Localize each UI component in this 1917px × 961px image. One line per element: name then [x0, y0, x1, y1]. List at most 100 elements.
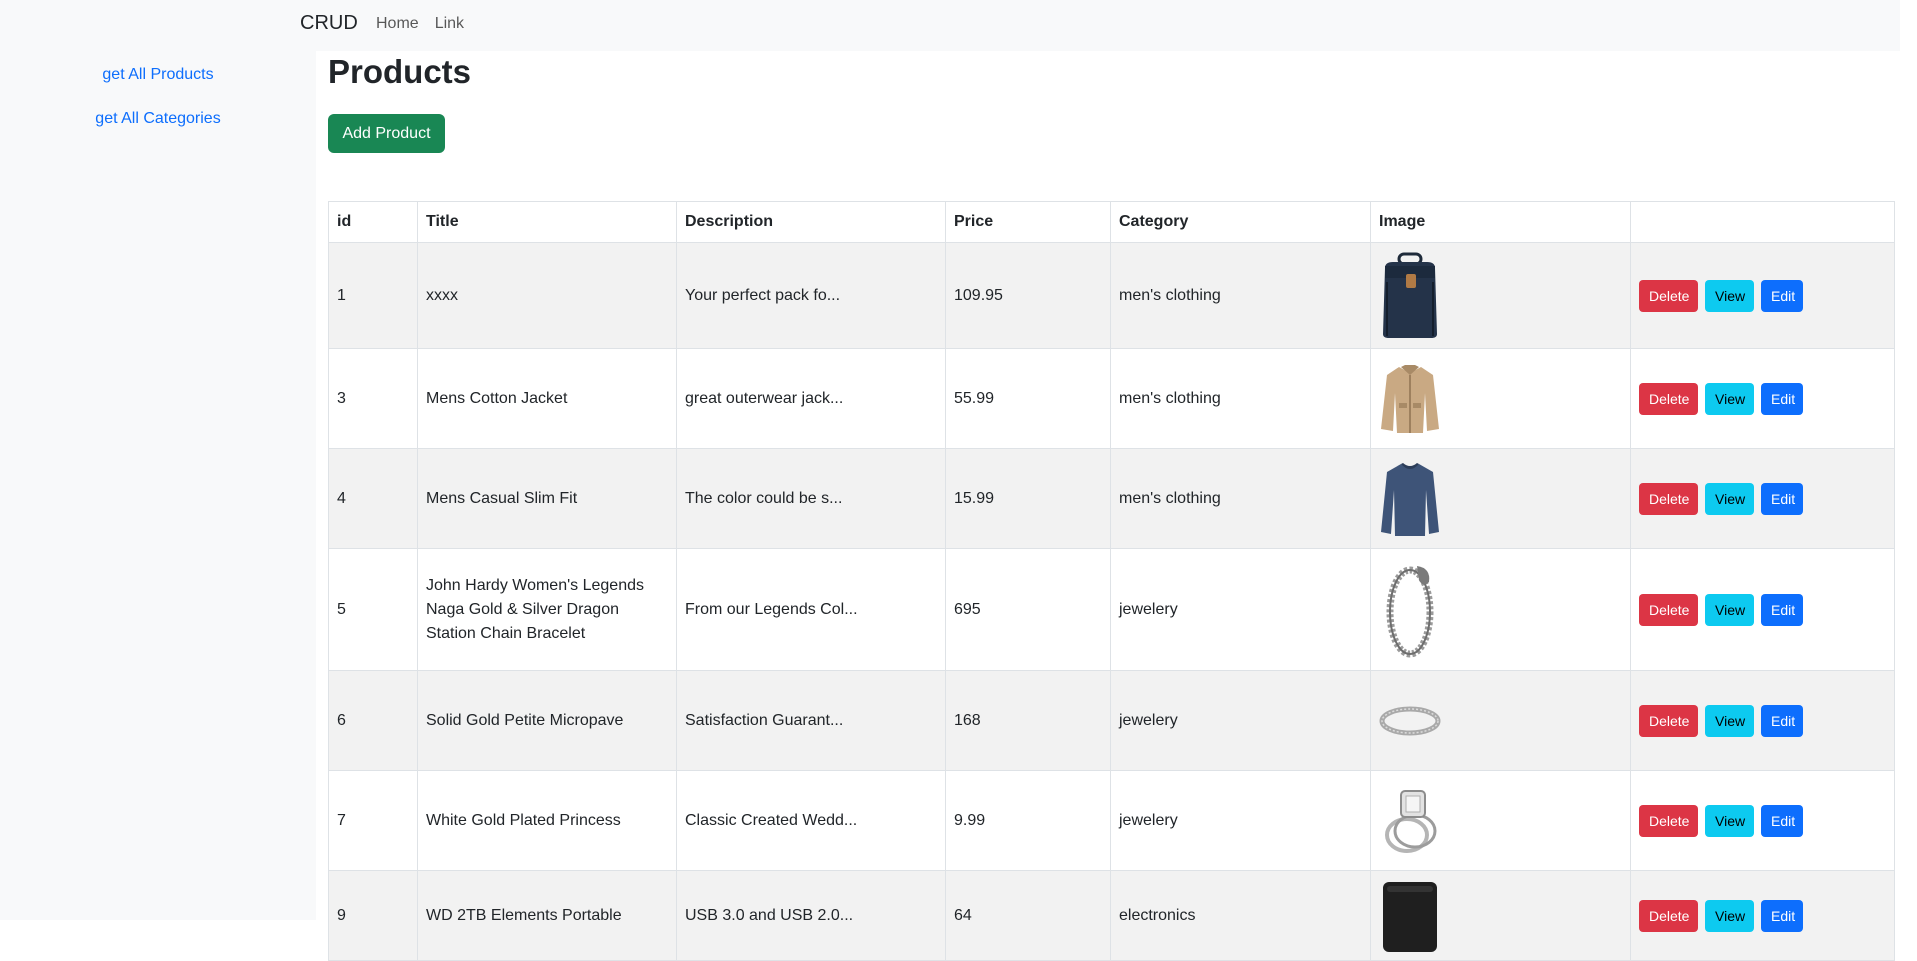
table-row: 5 John Hardy Women's Legends Naga Gold & … — [328, 548, 1895, 671]
row-actions: Delete View Edit — [1639, 279, 1886, 312]
row-actions: Delete View Edit — [1639, 804, 1886, 837]
product-image-ring-band — [1379, 704, 1441, 738]
row-actions: Delete View Edit — [1639, 704, 1886, 737]
cell-image — [1370, 242, 1631, 349]
cell-price: 109.95 — [945, 242, 1111, 349]
edit-button[interactable]: Edit — [1761, 704, 1803, 737]
cell-actions: Delete View Edit — [1630, 870, 1895, 961]
view-button[interactable]: View — [1705, 279, 1754, 312]
cell-actions: Delete View Edit — [1630, 548, 1895, 671]
cell-category: jewelery — [1110, 548, 1371, 671]
delete-button[interactable]: Delete — [1639, 804, 1698, 837]
product-image-backpack — [1379, 252, 1441, 340]
cell-actions: Delete View Edit — [1630, 448, 1895, 549]
edit-button[interactable]: Edit — [1761, 279, 1803, 312]
cell-id: 9 — [328, 870, 418, 961]
view-button[interactable]: View — [1705, 704, 1754, 737]
cell-description: Classic Created Wedd... — [676, 770, 946, 871]
product-image-jacket — [1379, 363, 1441, 435]
cell-title: White Gold Plated Princess — [417, 770, 677, 871]
sidebar: get All Products get All Categories — [0, 51, 316, 920]
cell-price: 168 — [945, 670, 1111, 771]
cell-actions: Delete View Edit — [1630, 348, 1895, 449]
delete-button[interactable]: Delete — [1639, 279, 1698, 312]
table-row: 6 Solid Gold Petite Micropave Satisfaction… — [328, 670, 1895, 771]
delete-button[interactable]: Delete — [1639, 382, 1698, 415]
cell-price: 15.99 — [945, 448, 1111, 549]
navbar-brand[interactable]: CRUD — [300, 12, 358, 35]
cell-title: Solid Gold Petite Micropave — [417, 670, 677, 771]
cell-image — [1370, 448, 1631, 549]
table-header-row: id Title Description Price Category Imag… — [328, 201, 1895, 243]
cell-title: WD 2TB Elements Portable — [417, 870, 677, 961]
add-product-button[interactable]: Add Product — [328, 114, 445, 153]
nav-link-link[interactable]: Link — [435, 15, 464, 33]
products-table-wrapper: id Title Description Price Category Imag… — [328, 201, 1895, 961]
cell-actions: Delete View Edit — [1630, 242, 1895, 349]
column-header-price: Price — [945, 201, 1111, 243]
cell-category: jewelery — [1110, 670, 1371, 771]
cell-title: xxxx — [417, 242, 677, 349]
navbar-links: Home Link — [376, 15, 464, 33]
delete-button[interactable]: Delete — [1639, 482, 1698, 515]
view-button[interactable]: View — [1705, 482, 1754, 515]
cell-image — [1370, 348, 1631, 449]
cell-category: jewelery — [1110, 770, 1371, 871]
edit-button[interactable]: Edit — [1761, 899, 1803, 932]
edit-button[interactable]: Edit — [1761, 482, 1803, 515]
sidebar-link-categories[interactable]: get All Categories — [0, 110, 316, 128]
cell-id: 5 — [328, 548, 418, 671]
sidebar-link-products[interactable]: get All Products — [0, 66, 316, 84]
products-table: id Title Description Price Category Imag… — [328, 201, 1895, 961]
nav-link-home[interactable]: Home — [376, 15, 419, 33]
cell-category: men's clothing — [1110, 242, 1371, 349]
row-actions: Delete View Edit — [1639, 482, 1886, 515]
cell-image — [1370, 670, 1631, 771]
column-header-category: Category — [1110, 201, 1371, 243]
page-title: Products — [328, 53, 472, 90]
edit-button[interactable]: Edit — [1761, 382, 1803, 415]
cell-id: 4 — [328, 448, 418, 549]
cell-description: The color could be s... — [676, 448, 946, 549]
cell-price: 695 — [945, 548, 1111, 671]
table-row: 4 Mens Casual Slim Fit The color could be … — [328, 448, 1895, 549]
cell-price: 64 — [945, 870, 1111, 961]
row-actions: Delete View Edit — [1639, 899, 1886, 932]
cell-category: electronics — [1110, 870, 1371, 961]
column-header-id: id — [328, 201, 418, 243]
product-image-shirt — [1379, 460, 1441, 538]
product-image-ring-diamond — [1379, 785, 1441, 857]
cell-actions: Delete View Edit — [1630, 670, 1895, 771]
column-header-image: Image — [1370, 201, 1631, 243]
column-header-actions — [1630, 201, 1895, 243]
cell-price: 9.99 — [945, 770, 1111, 871]
column-header-description: Description — [676, 201, 946, 243]
row-actions: Delete View Edit — [1639, 593, 1886, 626]
cell-actions: Delete View Edit — [1630, 770, 1895, 871]
delete-button[interactable]: Delete — [1639, 704, 1698, 737]
column-header-title: Title — [417, 201, 677, 243]
view-button[interactable]: View — [1705, 382, 1754, 415]
table-row: 9 WD 2TB Elements Portable USB 3.0 and USB… — [328, 870, 1895, 961]
cell-id: 1 — [328, 242, 418, 349]
edit-button[interactable]: Edit — [1761, 593, 1803, 626]
view-button[interactable]: View — [1705, 804, 1754, 837]
edit-button[interactable]: Edit — [1761, 804, 1803, 837]
cell-description: From our Legends Col... — [676, 548, 946, 671]
navbar: CRUD Home Link — [0, 0, 1900, 51]
cell-id: 6 — [328, 670, 418, 771]
cell-id: 7 — [328, 770, 418, 871]
table-row: 1 xxxx Your perfect pack fo... 109.95 men's … — [328, 242, 1895, 349]
delete-button[interactable]: Delete — [1639, 899, 1698, 932]
view-button[interactable]: View — [1705, 593, 1754, 626]
cell-image — [1370, 870, 1631, 961]
delete-button[interactable]: Delete — [1639, 593, 1698, 626]
cell-description: great outerwear jack... — [676, 348, 946, 449]
cell-description: Your perfect pack fo... — [676, 242, 946, 349]
view-button[interactable]: View — [1705, 899, 1754, 932]
table-row: 7 White Gold Plated Princess Classic Creat… — [328, 770, 1895, 871]
cell-category: men's clothing — [1110, 448, 1371, 549]
cell-title: Mens Cotton Jacket — [417, 348, 677, 449]
cell-description: USB 3.0 and USB 2.0... — [676, 870, 946, 961]
cell-image — [1370, 770, 1631, 871]
